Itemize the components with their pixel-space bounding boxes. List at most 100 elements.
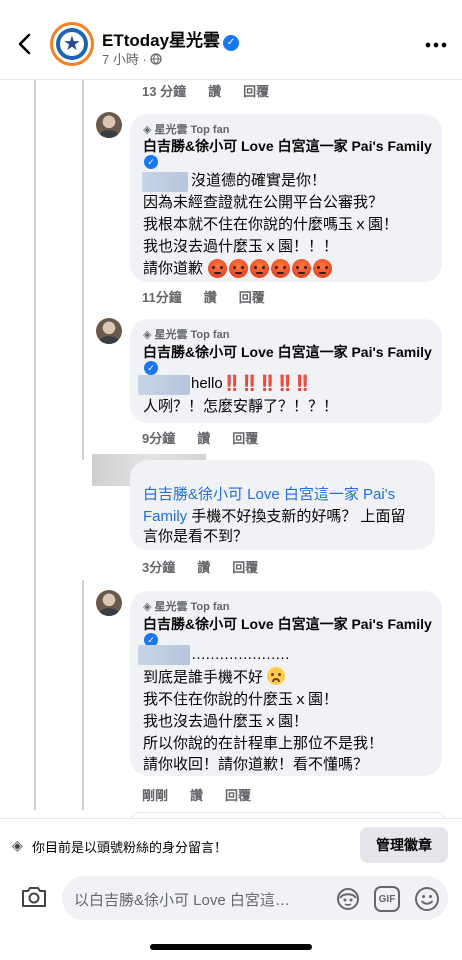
top-fan-label: 星光雲 Top fan	[154, 124, 230, 136]
page-name[interactable]: ETtoday星光雲 ✓	[102, 26, 240, 51]
page-name-text[interactable]: ETtoday星光雲	[102, 31, 220, 50]
meta-separator: ·	[142, 52, 147, 67]
diamond-icon: ◈	[12, 837, 23, 853]
commenter-avatar[interactable]	[96, 318, 122, 344]
comment-text-line: 請你道歉	[143, 260, 204, 277]
top-fan-label: 星光雲 Top fan	[154, 601, 230, 613]
diamond-icon: ◈	[143, 600, 152, 613]
comment-actions-top: 13 分鐘 讚 回覆	[142, 81, 269, 100]
globe-icon	[150, 53, 163, 65]
reply-button[interactable]: 回覆	[243, 81, 269, 100]
verified-badge-icon: ✓	[223, 34, 240, 51]
diamond-icon: ◈	[143, 123, 152, 136]
like-button[interactable]: 讚	[208, 81, 221, 100]
angry-face-icon	[250, 259, 269, 278]
redacted-mention	[142, 172, 188, 192]
reply-button[interactable]: 回覆	[225, 785, 251, 804]
angry-face-icon	[292, 259, 311, 278]
camera-icon	[22, 887, 46, 907]
comment-actions: 11分鐘 讚 回覆	[142, 287, 265, 306]
thread-line-outer	[34, 80, 36, 810]
comment-text: 手機不好換支新的好嗎？ 上面留	[191, 508, 406, 525]
comment-author[interactable]: 白吉勝&徐小可 Love 白宮這一家 Pai's Family	[143, 342, 432, 362]
comment-actions: 9分鐘 讚 回覆	[142, 428, 258, 447]
comment-time: 9分鐘	[142, 431, 176, 446]
fan-notice-text: 你目前是以頭號粉絲的身分留言！	[32, 840, 228, 855]
comment-text-hello: hello	[191, 375, 223, 392]
comment-text-line: 我不住在你說的什麼玉ｘ園！	[143, 691, 339, 708]
mention-link[interactable]: Family	[143, 508, 187, 525]
comment-text-line: 因為未經查證就在公開平台公審我？	[143, 194, 384, 211]
comment-text-line: 請你收回！請你道歉！看不懂嗎？	[143, 756, 369, 773]
angry-face-icon	[208, 259, 227, 278]
commenter-avatar[interactable]	[96, 590, 122, 616]
comment-time: 11分鐘	[142, 290, 182, 305]
thread-line-inner	[82, 80, 84, 460]
back-button[interactable]	[12, 30, 40, 58]
reply-button[interactable]: 回覆	[232, 428, 258, 447]
angry-face-icon	[271, 259, 290, 278]
comment-time: 3分鐘	[142, 560, 176, 575]
comment-input[interactable]: 以白吉勝&徐小可 Love 白宮這… GIF	[62, 876, 448, 920]
comment-text-line: 我根本就不住在你說的什麼嗎玉ｘ園！	[143, 216, 399, 233]
avatar-sticker-button[interactable]	[336, 887, 360, 911]
comment-author[interactable]: 白吉勝&徐小可 Love 白宮這一家 Pai's Family	[143, 614, 432, 634]
angry-emoji-row	[208, 259, 332, 278]
double-exclamation-icons: ‼️‼️‼️‼️‼️	[222, 375, 312, 392]
more-options-button[interactable]	[424, 34, 448, 50]
angry-face-icon	[313, 259, 332, 278]
like-button[interactable]: 讚	[197, 557, 210, 576]
comment-author[interactable]: 白吉勝&徐小可 Love 白宮這一家 Pai's Family	[143, 136, 432, 156]
redacted-mention	[138, 645, 190, 665]
post-header: ★ ETtoday星光雲 ✓ 7 小時 ·	[0, 0, 462, 80]
like-button[interactable]: 讚	[190, 785, 203, 804]
worried-face-icon	[267, 667, 286, 685]
header-divider	[0, 79, 462, 80]
post-timestamp[interactable]: 7 小時	[102, 52, 139, 67]
commenter-avatar[interactable]	[96, 112, 122, 138]
comment-text-line: 所以你說的在計程車上那位不是我！	[143, 735, 384, 752]
smiley-icon	[415, 887, 439, 911]
top-fan-badge: ◈ 星光雲 Top fan	[143, 326, 229, 342]
camera-button[interactable]	[20, 884, 48, 910]
comment-text-line: 人咧？！怎麼安靜了？！？！	[143, 398, 339, 415]
reply-button[interactable]: 回覆	[239, 287, 265, 306]
top-fan-badge: ◈ 星光雲 Top fan	[143, 598, 229, 614]
page-avatar[interactable]: ★	[50, 22, 94, 66]
top-fan-label: 星光雲 Top fan	[154, 329, 230, 341]
comment-actions: 剛剛 讚 回覆	[142, 785, 251, 804]
comment-time: 剛剛	[142, 788, 169, 803]
emoji-button[interactable]	[414, 886, 440, 912]
verified-badge-icon: ✓	[144, 155, 158, 169]
comment-text-line: hello‼️‼️‼️‼️‼️	[191, 372, 312, 395]
comment-text-line: 到底是誰手機不好	[143, 666, 286, 689]
comment-text-line: 我也沒去過什麼玉ｘ園！	[143, 713, 309, 730]
thread-line-inner-2	[82, 580, 84, 810]
home-indicator[interactable]	[150, 944, 312, 950]
post-meta: 7 小時 ·	[102, 49, 163, 68]
chevron-left-icon	[18, 33, 31, 55]
comment-input-placeholder: 以白吉勝&徐小可 Love 白宮這…	[74, 892, 290, 909]
top-fan-badge: ◈ 星光雲 Top fan	[143, 121, 229, 137]
gif-button[interactable]: GIF	[374, 886, 400, 912]
reply-button[interactable]: 回覆	[232, 557, 258, 576]
comment-text-line: 言你是看不到？	[143, 528, 249, 545]
comment-text-line: 我也沒去過什麼玉ｘ園！！！	[143, 238, 339, 255]
avatar-sticker-icon	[337, 888, 359, 910]
manage-badge-button[interactable]: 管理徽章	[360, 827, 448, 863]
diamond-icon: ◈	[143, 328, 152, 341]
mention-line[interactable]: 白吉勝&徐小可 Love 白宮這一家 Pai's	[143, 483, 395, 506]
comment-actions: 3分鐘 讚 回覆	[142, 557, 258, 576]
comment-composer: 以白吉勝&徐小可 Love 白宮這… GIF	[0, 870, 462, 926]
star-logo-icon: ★	[63, 33, 81, 55]
comment-text-line: 沒道德的確實是你！	[191, 172, 327, 189]
redacted-mention	[138, 375, 190, 395]
comment-text-line: …………………	[191, 646, 290, 663]
comment-text: 到底是誰手機不好	[143, 669, 264, 686]
ellipsis-icon	[425, 42, 447, 48]
like-button[interactable]: 讚	[204, 287, 217, 306]
like-button[interactable]: 讚	[197, 428, 210, 447]
fan-notice-bar: ◈ 你目前是以頭號粉絲的身分留言！ 管理徽章	[0, 818, 462, 870]
angry-face-icon	[229, 259, 248, 278]
verified-badge-icon: ✓	[144, 361, 158, 375]
